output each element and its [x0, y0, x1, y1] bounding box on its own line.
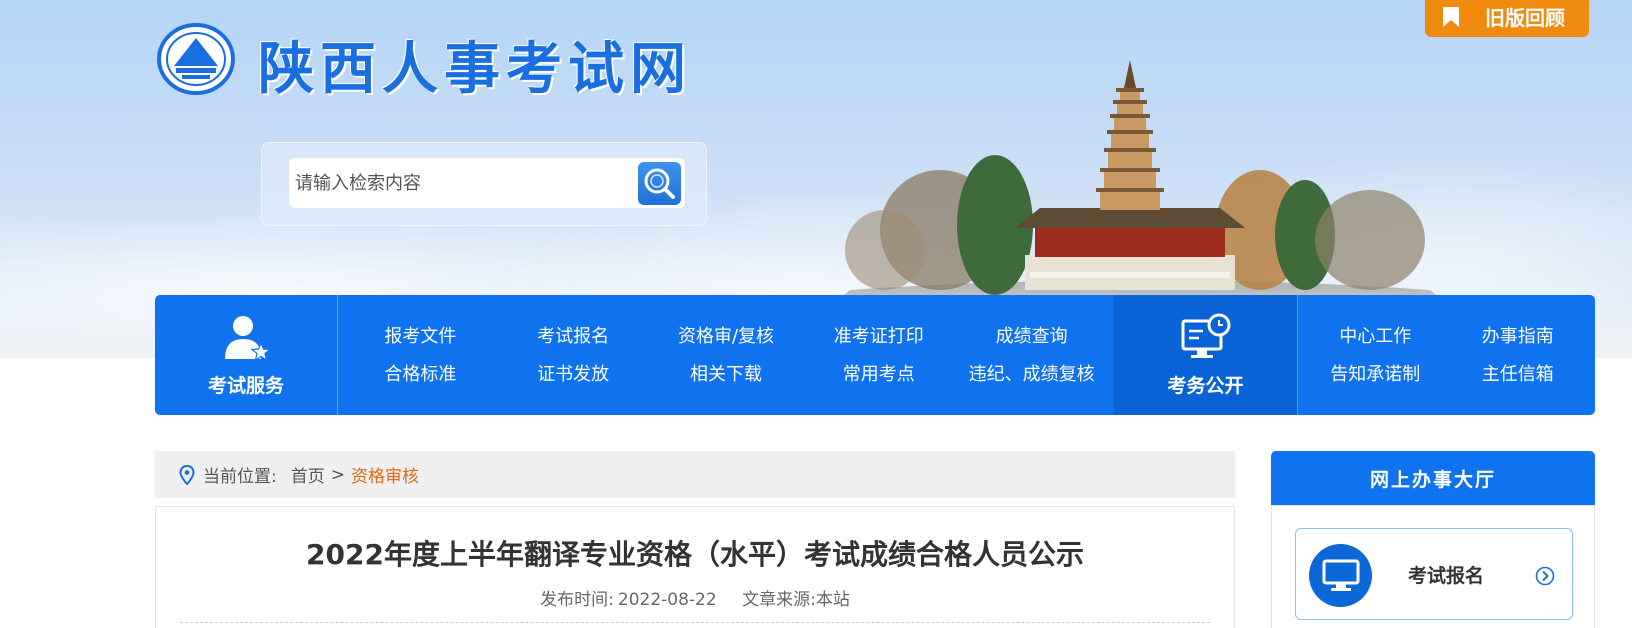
search-icon: [644, 168, 675, 199]
old-version-button[interactable]: 旧版回顾: [1425, 0, 1589, 37]
nav-link-center-work[interactable]: 中心工作: [1304, 319, 1447, 357]
main-navigation: 考试服务 报考文件 考试报名 资格审/复核 准考证打印 成绩查询 合格标准 证书…: [155, 295, 1595, 415]
nav-exam-service-title: 考试服务: [207, 374, 284, 397]
source-info: 文章来源:本站: [742, 590, 850, 610]
nav-link-exam-documents[interactable]: 报考文件: [344, 319, 497, 357]
nav-link-commitment-system[interactable]: 告知承诺制: [1304, 357, 1447, 395]
breadcrumb-home-link[interactable]: 首页: [291, 462, 325, 487]
nav-link-downloads[interactable]: 相关下载: [650, 357, 803, 395]
nav-link-exam-sites[interactable]: 常用考点: [802, 357, 955, 395]
monitor-clock-icon: [1181, 313, 1230, 358]
nav-link-exam-registration[interactable]: 考试报名: [497, 319, 650, 357]
user-star-icon: [225, 315, 272, 361]
publish-info: 发布时间: 2022-08-22: [540, 590, 717, 610]
old-version-label: 旧版回顾: [1485, 6, 1565, 30]
monitor-icon: [1322, 559, 1359, 591]
sidebar-card-label: 考试报名: [1408, 565, 1485, 587]
nav-link-certificate-issuance[interactable]: 证书发放: [497, 357, 650, 395]
nav-exam-service[interactable]: 考试服务: [155, 295, 338, 415]
breadcrumb-current-link[interactable]: 资格审核: [351, 462, 419, 487]
search-input[interactable]: [289, 158, 685, 208]
article-meta: 发布时间: 2022-08-22 文章来源:本站: [156, 585, 1234, 610]
online-service-hall-header: 网上办事大厅: [1271, 451, 1595, 505]
nav-public-links: 中心工作 办事指南 告知承诺制 主任信箱: [1298, 295, 1595, 415]
monitor-icon-circle: [1309, 544, 1372, 607]
article-panel: 2022年度上半年翻译专业资格（水平）考试成绩合格人员公示 发布时间: 2022-…: [155, 506, 1235, 628]
nav-exam-public[interactable]: 考务公开: [1114, 295, 1298, 415]
source-value: 本站: [815, 590, 850, 610]
bookmark-icon: [1443, 6, 1459, 27]
nav-link-service-guide[interactable]: 办事指南: [1447, 319, 1590, 357]
arrow-right-circle-icon: [1535, 566, 1555, 586]
sidebar-card-exam-registration[interactable]: 考试报名: [1295, 528, 1573, 620]
nav-link-violation-score-recheck[interactable]: 违纪、成绩复核: [955, 357, 1108, 395]
site-title: 陕西人事考试网: [258, 37, 692, 102]
header-banner: 陕西人事考试网 旧版回顾: [0, 0, 1632, 345]
nav-link-score-query[interactable]: 成绩查询: [955, 319, 1108, 357]
article-divider: [180, 622, 1210, 623]
nav-link-qualification-review[interactable]: 资格审/复核: [650, 319, 803, 357]
nav-service-links: 报考文件 考试报名 资格审/复核 准考证打印 成绩查询 合格标准 证书发放 相关…: [338, 295, 1114, 415]
nav-exam-public-title: 考务公开: [1167, 374, 1244, 397]
breadcrumb-separator: >: [330, 464, 345, 485]
publish-date: 2022-08-22: [617, 590, 717, 610]
article-title: 2022年度上半年翻译专业资格（水平）考试成绩合格人员公示: [306, 538, 1084, 571]
nav-link-pass-standard[interactable]: 合格标准: [344, 357, 497, 395]
location-pin-icon: [179, 464, 195, 485]
nav-link-admission-ticket-print[interactable]: 准考证打印: [802, 319, 955, 357]
publish-label: 发布时间:: [540, 590, 614, 610]
breadcrumb: 当前位置: 首页 > 资格审核: [155, 451, 1235, 498]
site-logo-icon: [157, 23, 235, 95]
search-button[interactable]: [638, 162, 681, 205]
nav-link-director-mailbox[interactable]: 主任信箱: [1447, 357, 1590, 395]
breadcrumb-prefix: 当前位置:: [203, 467, 277, 487]
source-label: 文章来源:: [742, 590, 816, 610]
